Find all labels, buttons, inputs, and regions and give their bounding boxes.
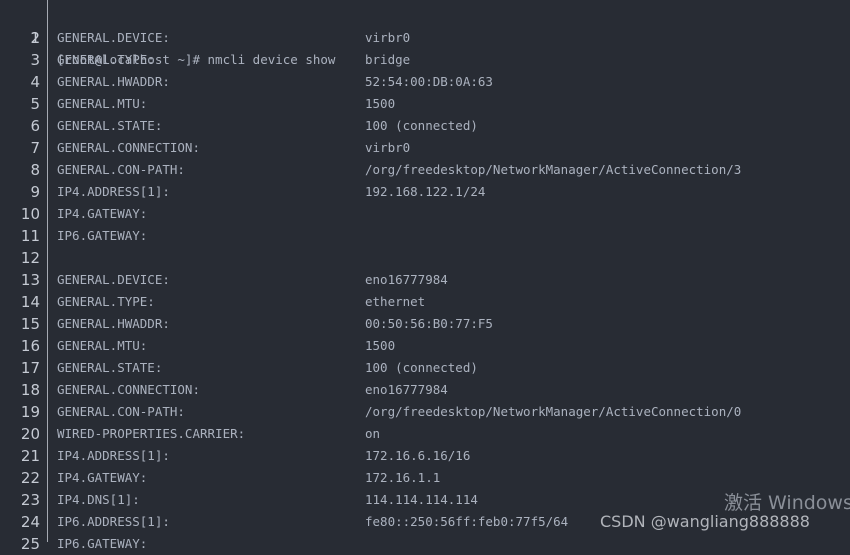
line-number: 15 <box>20 315 40 333</box>
code-block: 1 [root@localhost ~]# nmcli device show … <box>0 5 850 555</box>
code-line: 10 IP4.GATEWAY: <box>0 203 850 225</box>
code-line: 25 IP6.GATEWAY: <box>0 533 850 555</box>
field-key: IP4.DNS[1]: <box>57 492 140 507</box>
code-line: 2 GENERAL.DEVICE: virbr0 <box>0 27 850 49</box>
field-key: GENERAL.HWADDR: <box>57 316 170 331</box>
line-number: 16 <box>20 337 40 355</box>
line-number: 22 <box>20 469 40 487</box>
code-line: 23 IP4.DNS[1]: 114.114.114.114 <box>0 489 850 511</box>
field-value: 52:54:00:DB:0A:63 <box>365 74 493 89</box>
field-value: fe80::250:56ff:feb0:77f5/64 <box>365 514 569 529</box>
field-key: GENERAL.MTU: <box>57 96 148 111</box>
line-number: 19 <box>20 403 40 421</box>
field-key: GENERAL.MTU: <box>57 338 148 353</box>
field-value: 1500 <box>365 96 396 111</box>
field-value: ethernet <box>365 294 426 309</box>
line-number: 6 <box>30 117 40 135</box>
line-number: 14 <box>20 293 40 311</box>
field-key: GENERAL.TYPE: <box>57 294 155 309</box>
field-key: GENERAL.DEVICE: <box>57 30 170 45</box>
field-value: 192.168.122.1/24 <box>365 184 486 199</box>
field-value: 172.16.6.16/16 <box>365 448 471 463</box>
field-key: IP4.GATEWAY: <box>57 206 148 221</box>
line-number: 13 <box>20 271 40 289</box>
field-value: /org/freedesktop/NetworkManager/ActiveCo… <box>365 404 742 419</box>
code-line: 14 GENERAL.TYPE: ethernet <box>0 291 850 313</box>
code-line: 19 GENERAL.CON-PATH: /org/freedesktop/Netw… <box>0 401 850 423</box>
line-number: 7 <box>30 139 40 157</box>
field-key: GENERAL.CON-PATH: <box>57 162 185 177</box>
field-value: virbr0 <box>365 140 411 155</box>
field-key: GENERAL.STATE: <box>57 118 163 133</box>
field-key: GENERAL.STATE: <box>57 360 163 375</box>
code-line: 20 WIRED-PROPERTIES.CARRIER: on <box>0 423 850 445</box>
line-number: 8 <box>30 161 40 179</box>
field-value: eno16777984 <box>365 272 448 287</box>
line-number: 4 <box>30 73 40 91</box>
code-line: 21 IP4.ADDRESS[1]: 172.16.6.16/16 <box>0 445 850 467</box>
field-key: GENERAL.DEVICE: <box>57 272 170 287</box>
field-value: 1500 <box>365 338 396 353</box>
line-number: 20 <box>20 425 40 443</box>
line-number: 18 <box>20 381 40 399</box>
field-key: GENERAL.TYPE: <box>57 52 155 67</box>
field-value: bridge <box>365 52 411 67</box>
field-key: IP6.GATEWAY: <box>57 228 148 243</box>
code-line: 12 <box>0 247 850 269</box>
line-number: 21 <box>20 447 40 465</box>
code-line: 17 GENERAL.STATE: 100 (connected) <box>0 357 850 379</box>
field-value: /org/freedesktop/NetworkManager/ActiveCo… <box>365 162 742 177</box>
field-key: IP4.ADDRESS[1]: <box>57 184 170 199</box>
code-line: 18 GENERAL.CONNECTION: eno16777984 <box>0 379 850 401</box>
field-key: IP6.ADDRESS[1]: <box>57 514 170 529</box>
code-line: 15 GENERAL.HWADDR: 00:50:56:B0:77:F5 <box>0 313 850 335</box>
line-number: 12 <box>20 249 40 267</box>
line-number: 9 <box>30 183 40 201</box>
field-key: IP6.GATEWAY: <box>57 536 148 551</box>
code-line: 13 GENERAL.DEVICE: eno16777984 <box>0 269 850 291</box>
field-value: eno16777984 <box>365 382 448 397</box>
field-value: 100 (connected) <box>365 118 478 133</box>
line-number: 11 <box>20 227 40 245</box>
code-line: 9 IP4.ADDRESS[1]: 192.168.122.1/24 <box>0 181 850 203</box>
code-line: 11 IP6.GATEWAY: <box>0 225 850 247</box>
field-value: 00:50:56:B0:77:F5 <box>365 316 493 331</box>
field-key: IP4.GATEWAY: <box>57 470 148 485</box>
line-number: 5 <box>30 95 40 113</box>
field-key: GENERAL.CONNECTION: <box>57 382 200 397</box>
line-number: 2 <box>30 29 40 47</box>
field-value: virbr0 <box>365 30 411 45</box>
code-line: 5 GENERAL.MTU: 1500 <box>0 93 850 115</box>
line-number: 10 <box>20 205 40 223</box>
field-value: 114.114.114.114 <box>365 492 478 507</box>
code-line: 6 GENERAL.STATE: 100 (connected) <box>0 115 850 137</box>
line-number: 17 <box>20 359 40 377</box>
code-line: 22 IP4.GATEWAY: 172.16.1.1 <box>0 467 850 489</box>
field-value: on <box>365 426 381 441</box>
line-number: 25 <box>20 535 40 553</box>
field-key: WIRED-PROPERTIES.CARRIER: <box>57 426 246 441</box>
code-line: 16 GENERAL.MTU: 1500 <box>0 335 850 357</box>
field-key: GENERAL.CON-PATH: <box>57 404 185 419</box>
field-key: GENERAL.HWADDR: <box>57 74 170 89</box>
code-line: 3 GENERAL.TYPE: bridge <box>0 49 850 71</box>
code-line: 4 GENERAL.HWADDR: 52:54:00:DB:0A:63 <box>0 71 850 93</box>
line-number: 24 <box>20 513 40 531</box>
line-number: 3 <box>30 51 40 69</box>
field-key: IP4.ADDRESS[1]: <box>57 448 170 463</box>
field-value: 100 (connected) <box>365 360 478 375</box>
code-line: 7 GENERAL.CONNECTION: virbr0 <box>0 137 850 159</box>
windows-activation-watermark: 激活 Windows <box>724 492 850 514</box>
field-value: 172.16.1.1 <box>365 470 441 485</box>
csdn-watermark: CSDN @wangliang888888 <box>600 512 810 531</box>
field-key: GENERAL.CONNECTION: <box>57 140 200 155</box>
code-line: 1 [root@localhost ~]# nmcli device show <box>0 5 850 67</box>
code-line: 8 GENERAL.CON-PATH: /org/freedesktop/Netwo… <box>0 159 850 181</box>
line-number: 23 <box>20 491 40 509</box>
